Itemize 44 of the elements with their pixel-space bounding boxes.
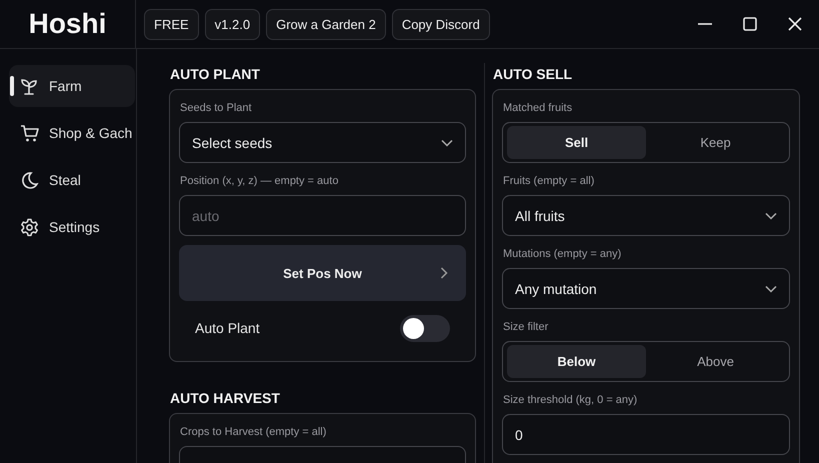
field-label: Crops to Harvest (empty = all): [180, 426, 328, 438]
segment-option[interactable]: Below: [507, 345, 646, 378]
chevron-down-icon: [765, 284, 777, 292]
maximize-icon: [742, 16, 758, 32]
sprout-icon: [20, 76, 39, 96]
sidebar-item[interactable]: Shop & Gach: [9, 112, 136, 154]
header-button[interactable]: Grow a Garden 2: [266, 8, 386, 40]
moon-icon: [20, 170, 39, 190]
set-position-button[interactable]: Set Pos Now: [179, 245, 466, 301]
minimize-icon: [697, 23, 713, 25]
sidebar-item[interactable]: Farm: [9, 65, 135, 107]
segment-option[interactable]: Above: [646, 345, 785, 378]
dropdown[interactable]: Select seeds: [179, 122, 466, 163]
input-field[interactable]: 0: [502, 414, 790, 455]
header-button[interactable]: Copy Discord: [392, 8, 490, 40]
section-title: AUTO PLANT: [170, 66, 261, 82]
field-label: Size filter: [503, 321, 550, 333]
field-label: Seeds to Plant: [180, 102, 253, 114]
segment-option[interactable]: Keep: [646, 126, 785, 159]
section-title: AUTO SELL: [493, 66, 574, 82]
dropdown[interactable]: Any mutation: [502, 268, 790, 309]
section-title: AUTO HARVEST: [170, 390, 281, 406]
field-label: Mutations (empty = any): [503, 248, 622, 260]
cart-icon: [20, 124, 39, 142]
input-field[interactable]: auto: [179, 195, 466, 236]
toggle-switch[interactable]: [400, 314, 450, 342]
app-title: Hoshi: [28, 8, 106, 40]
chevron-down-icon: [441, 138, 453, 146]
field-label: Matched fruits: [503, 102, 574, 114]
sidebar-item[interactable]: Steal: [9, 159, 136, 201]
close-icon: [787, 16, 803, 32]
chevron-down-icon: [765, 212, 777, 220]
chevron-right-icon: [440, 267, 448, 279]
selection-indicator: [10, 76, 14, 96]
header-button[interactable]: v1.2.0: [204, 8, 260, 40]
settings-icon: [20, 218, 39, 236]
header-button[interactable]: FREE: [144, 8, 199, 40]
segment-option[interactable]: Sell: [507, 126, 646, 159]
field-label: Position (x, y, z) — empty = auto: [180, 175, 340, 187]
dropdown[interactable]: All fruits: [502, 195, 790, 236]
sidebar-item[interactable]: Settings: [9, 206, 136, 248]
field-label: Size threshold (kg, 0 = any): [503, 394, 638, 406]
field-label: Fruits (empty = all): [503, 175, 596, 187]
toggle-label: Auto Plant: [195, 320, 260, 336]
